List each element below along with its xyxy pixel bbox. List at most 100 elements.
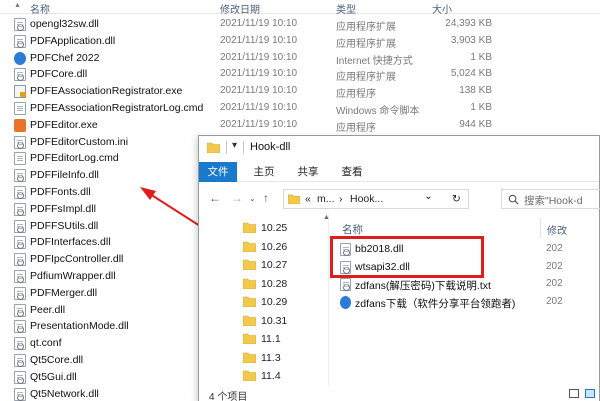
dll-file-icon bbox=[14, 34, 26, 48]
folder-icon bbox=[243, 222, 256, 233]
file-name: Qt5Core.dll bbox=[30, 354, 84, 366]
file-name: PDFFsImpl.dll bbox=[30, 202, 96, 215]
list-item[interactable]: PDFEditor.exe 2021/11/19 10:10 应用程序 944 KB bbox=[0, 117, 600, 134]
dll-file-icon bbox=[14, 68, 26, 82]
file-name: PDFCore.dll bbox=[30, 68, 88, 81]
quick-access-dropdown-icon[interactable]: ▾ bbox=[232, 140, 237, 151]
nav-folder-label: 11.1 bbox=[261, 333, 281, 345]
tab-file[interactable]: 文件 bbox=[199, 162, 237, 182]
column-header-date[interactable]: 修改日期 bbox=[220, 1, 260, 16]
file-name: PDFIpcController.dll bbox=[30, 253, 124, 266]
file-size: 1 KB bbox=[470, 102, 492, 113]
list-item[interactable]: PDFEAssociationRegistratorLog.cmd 2021/11… bbox=[0, 100, 600, 117]
nav-folder-label: 10.27 bbox=[261, 259, 288, 271]
back-arrow-icon[interactable]: ← bbox=[209, 191, 221, 205]
file-name: opengl32sw.dll bbox=[30, 18, 99, 30]
folder-icon bbox=[243, 296, 256, 307]
column-divider[interactable] bbox=[540, 218, 541, 238]
tab-share[interactable]: 共享 bbox=[291, 162, 325, 182]
modified-date: 2021/11/19 10:10 bbox=[220, 85, 298, 97]
file-row[interactable]: zdfans(解压密码)下载说明.txt 202 bbox=[338, 277, 598, 293]
dll-file-icon bbox=[14, 270, 26, 283]
column-header-size[interactable]: 大小 bbox=[432, 1, 452, 16]
title-bar: ▾ Hook-dll bbox=[199, 136, 599, 160]
list-item[interactable]: PDFChef 2022 2021/11/19 10:10 Internet 快捷方… bbox=[0, 50, 600, 67]
column-header-type[interactable]: 类型 bbox=[336, 1, 356, 16]
nav-folder-label: 10.28 bbox=[261, 277, 288, 290]
address-bar[interactable]: « m... › Hook... ⌄ ↻ bbox=[283, 189, 469, 209]
modified-date: 2021/11/19 10:10 bbox=[220, 68, 298, 80]
details-view-icon[interactable] bbox=[569, 389, 579, 398]
tab-home[interactable]: 主页 bbox=[247, 162, 281, 182]
file-type: Windows 命令脚本 bbox=[336, 106, 420, 117]
folder-icon bbox=[288, 194, 300, 204]
nav-folder-label: 10.29 bbox=[261, 296, 288, 308]
dll-file-icon bbox=[14, 236, 26, 250]
file-name: PDFInterfaces.dll bbox=[30, 236, 111, 249]
column-header-name[interactable]: 名称 bbox=[342, 222, 363, 237]
list-item[interactable]: PDFCore.dll 2021/11/19 10:10 应用程序扩展 5,024 K… bbox=[0, 66, 600, 83]
address-segment[interactable]: Hook... bbox=[350, 193, 383, 205]
list-item[interactable]: PDFApplication.dll 2021/11/19 10:10 应用程序扩展… bbox=[0, 33, 600, 50]
list-item[interactable]: PDFEAssociationRegistrator.exe 2021/11/19… bbox=[0, 83, 600, 100]
file-size: 3,903 KB bbox=[450, 34, 492, 46]
file-type: 应用程序扩展 bbox=[336, 22, 396, 33]
large-icons-view-icon[interactable] bbox=[585, 389, 595, 398]
file-name: PDFEditor.exe bbox=[30, 118, 98, 131]
scroll-up-arrow-icon[interactable]: ▲ bbox=[14, 2, 21, 9]
modified-date: 2021/11/19 10:10 bbox=[220, 18, 298, 29]
dll-file-icon bbox=[14, 219, 26, 233]
title-separator bbox=[226, 141, 227, 154]
exe-file-icon bbox=[14, 85, 26, 99]
dll-file-icon bbox=[14, 387, 26, 401]
file-name: zdfans下载（软件分享平台领跑者) bbox=[355, 297, 516, 310]
file-name: PdfiumWrapper.dll bbox=[30, 270, 116, 282]
recent-dropdown-icon[interactable]: ⌄ bbox=[249, 194, 256, 203]
address-segment[interactable]: m... bbox=[317, 193, 335, 205]
column-header-date[interactable]: 修改 bbox=[547, 222, 567, 237]
file-name: PDFEAssociationRegistratorLog.cmd bbox=[30, 102, 204, 114]
cmd-file-icon bbox=[14, 152, 26, 166]
up-arrow-icon[interactable]: ↑ bbox=[263, 191, 269, 205]
nav-scrollbar[interactable]: ▲ bbox=[323, 214, 330, 386]
refresh-icon[interactable]: ↻ bbox=[452, 193, 461, 205]
file-row[interactable]: zdfans下载（软件分享平台领跑者) 202 bbox=[338, 295, 598, 311]
highlight-box bbox=[330, 236, 484, 278]
file-name: PDFApplication.dll bbox=[30, 34, 116, 47]
file-size: 944 KB bbox=[459, 118, 492, 130]
dll-file-icon bbox=[14, 169, 26, 183]
folder-icon bbox=[243, 315, 256, 326]
file-name: PDFChef 2022 bbox=[30, 51, 100, 64]
navigation-pane: 10.25 10.26 10.27 10.28 10.29 10.31 11.1 11.3 11… bbox=[199, 214, 330, 386]
txt-file-icon bbox=[340, 278, 351, 291]
file-name: Qt5Network.dll bbox=[30, 387, 99, 400]
file-size: 24,393 KB bbox=[445, 18, 492, 29]
file-size: 1 KB bbox=[470, 51, 492, 63]
nav-folder-label: 10.25 bbox=[261, 222, 288, 234]
modified-date: 202 bbox=[546, 278, 563, 289]
folder-icon bbox=[243, 259, 256, 270]
list-item[interactable]: opengl32sw.dll 2021/11/19 10:10 应用程序扩展 24,3… bbox=[0, 16, 600, 33]
forward-arrow-icon[interactable]: → bbox=[231, 191, 243, 205]
modified-date: 2021/11/19 10:10 bbox=[220, 102, 298, 113]
address-dropdown-icon[interactable]: ⌄ bbox=[424, 190, 433, 202]
dll-file-icon bbox=[14, 186, 26, 199]
ini-file-icon bbox=[14, 135, 26, 149]
search-box[interactable]: 搜索"Hook-d bbox=[501, 189, 600, 209]
address-overflow[interactable]: « bbox=[305, 193, 311, 205]
file-name: Qt5Gui.dll bbox=[30, 370, 77, 383]
modified-date: 202 bbox=[546, 295, 563, 307]
nav-folder-label: 10.31 bbox=[261, 314, 288, 327]
file-type: 应用程序扩展 bbox=[336, 38, 396, 50]
dll-file-icon bbox=[14, 286, 26, 300]
file-size: 138 KB bbox=[459, 85, 492, 97]
file-name: PDFEditorLog.cmd bbox=[30, 152, 119, 165]
column-header-name[interactable]: 名称 bbox=[30, 1, 50, 16]
nav-folder-label: 11.4 bbox=[261, 370, 281, 382]
file-name: PDFMerger.dll bbox=[30, 286, 98, 299]
tab-view[interactable]: 查看 bbox=[335, 162, 369, 182]
file-size: 5,024 KB bbox=[450, 68, 492, 80]
modified-date: 2021/11/19 10:10 bbox=[220, 118, 298, 130]
scroll-up-arrow-icon[interactable]: ▲ bbox=[323, 214, 330, 221]
file-name: Peer.dll bbox=[30, 303, 66, 316]
